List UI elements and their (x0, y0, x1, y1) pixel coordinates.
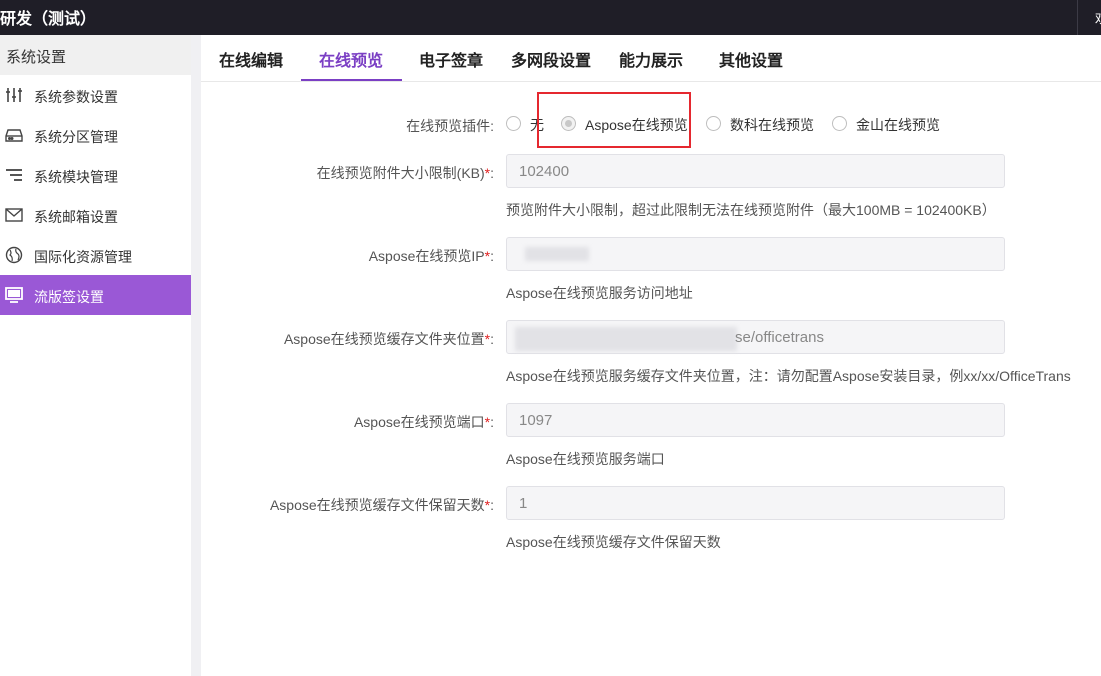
radio-label: 数科在线预览 (730, 117, 814, 133)
redacted-ip (525, 247, 589, 261)
tab-other-settings[interactable]: 其他设置 (719, 47, 783, 71)
annotation-highlight-box (537, 92, 691, 148)
cache-folder-value: se/officetrans (735, 329, 824, 346)
monitor-icon (5, 287, 23, 303)
sliders-icon (6, 88, 22, 102)
sidebar-item-system-params[interactable]: 系统参数设置 (0, 75, 191, 115)
globe-icon (5, 246, 23, 264)
size-limit-value: 102400 (519, 163, 570, 180)
sidebar-header[interactable]: 系统设置 (0, 35, 191, 75)
radio-circle[interactable] (832, 116, 847, 131)
topbar-separator (1077, 0, 1078, 35)
sidebar-item-system-partition[interactable]: 系统分区管理 (0, 115, 191, 155)
port-value: 1097 (519, 412, 553, 429)
cache-folder-label: Aspose在线预览缓存文件夹位置*: (283, 331, 494, 347)
ip-hint: Aspose在线预览服务访问地址 (506, 285, 693, 301)
tab-online-preview[interactable]: 在线预览 (319, 47, 383, 71)
tab-capability-display[interactable]: 能力展示 (619, 47, 683, 71)
cache-days-input[interactable]: 1 (506, 486, 1005, 520)
redacted-path (515, 327, 737, 351)
tab-multi-network[interactable]: 多网段设置 (511, 47, 591, 71)
top-bar: 研发（测试） 欢 (0, 0, 1101, 35)
tab-e-signature[interactable]: 电子签章 (419, 47, 483, 71)
sidebar-item-label: 系统参数设置 (34, 89, 118, 105)
radio-label: 金山在线预览 (856, 117, 940, 133)
port-label: Aspose在线预览端口*: (353, 414, 494, 430)
port-input[interactable]: 1097 (506, 403, 1005, 437)
sidebar-item-ofd-settings[interactable]: 流版签设置 (0, 275, 191, 315)
size-limit-input[interactable]: 102400 (506, 154, 1005, 188)
sidebar: 系统设置 系统参数设置 系统分区管理 系统模块管理 系统邮箱设置 国际化资源管理… (0, 35, 191, 676)
ip-label: Aspose在线预览IP*: (368, 248, 494, 264)
cache-days-label: Aspose在线预览缓存文件保留天数*: (269, 497, 494, 513)
sidebar-item-label: 国际化资源管理 (34, 249, 132, 265)
cache-folder-input[interactable]: se/officetrans (506, 320, 1005, 354)
cache-folder-hint: Aspose在线预览服务缓存文件夹位置，注：请勿配置Aspose安装目录，例xx… (506, 368, 1071, 384)
cache-days-hint: Aspose在线预览缓存文件保留天数 (506, 534, 721, 550)
cache-days-value: 1 (519, 495, 528, 512)
radio-circle[interactable] (506, 116, 521, 131)
sidebar-divider (191, 35, 201, 676)
size-limit-hint: 预览附件大小限制，超过此限制无法在线预览附件（最大100MB = 102400K… (506, 202, 996, 218)
ip-input[interactable] (506, 237, 1005, 271)
sidebar-item-i18n[interactable]: 国际化资源管理 (0, 235, 191, 275)
sidebar-item-label: 系统分区管理 (34, 129, 118, 145)
sidebar-item-label: 系统模块管理 (34, 169, 118, 185)
sidebar-item-system-modules[interactable]: 系统模块管理 (0, 155, 191, 195)
list-icon (6, 169, 22, 181)
storage-icon (5, 129, 23, 142)
active-tab-indicator (301, 79, 402, 81)
sidebar-item-label: 系统邮箱设置 (34, 209, 118, 225)
size-limit-label: 在线预览附件大小限制(KB)*: (316, 165, 494, 181)
port-hint: Aspose在线预览服务端口 (506, 451, 665, 467)
user-menu[interactable]: 欢 (1095, 8, 1101, 27)
app-title: 研发（测试） (0, 11, 97, 28)
plugin-label: 在线预览插件: (406, 118, 494, 134)
radio-circle[interactable] (706, 116, 721, 131)
sidebar-item-system-mail[interactable]: 系统邮箱设置 (0, 195, 191, 235)
tab-bar: 在线编辑 在线预览 电子签章 多网段设置 能力展示 其他设置 (201, 35, 1101, 82)
tab-online-edit[interactable]: 在线编辑 (219, 47, 283, 71)
sidebar-item-label: 流版签设置 (34, 289, 104, 305)
mail-icon (5, 208, 23, 222)
sidebar-header-label: 系统设置 (6, 49, 67, 66)
